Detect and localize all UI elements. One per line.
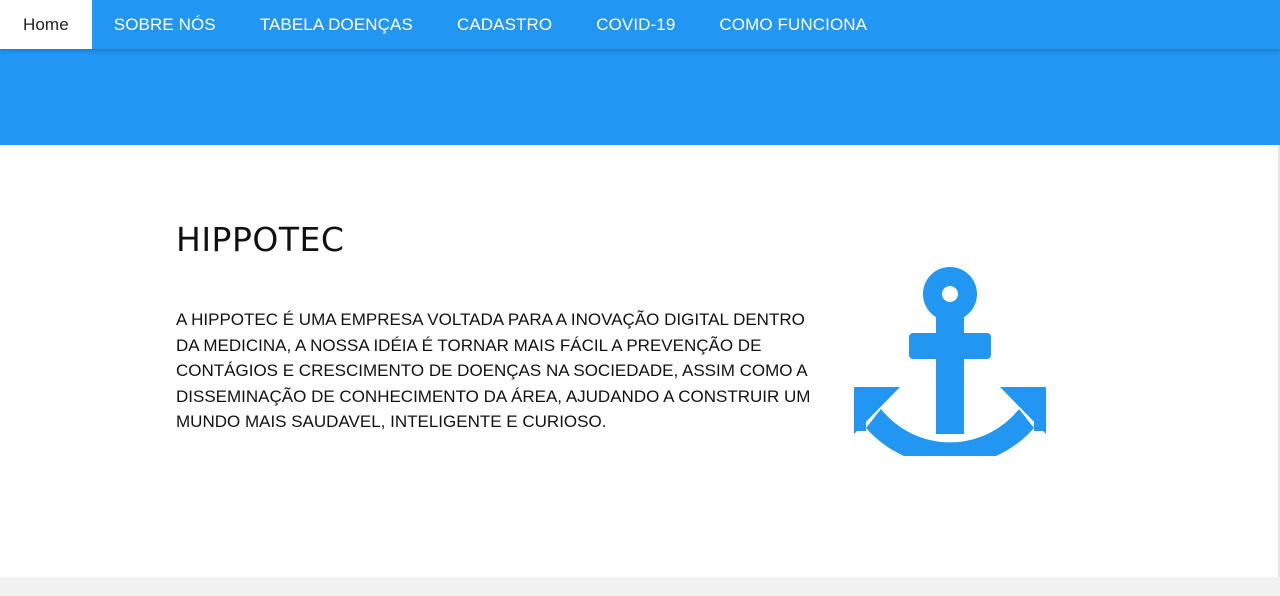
- nav-covid-19[interactable]: COVID-19: [574, 0, 697, 49]
- nav-sobre-nos[interactable]: SOBRE NÓS: [92, 0, 238, 49]
- hero-banner: [0, 49, 1280, 145]
- page: Home SOBRE NÓS TABELA DOENÇAS CADASTRO C…: [0, 0, 1280, 596]
- nav-home[interactable]: Home: [0, 0, 92, 49]
- footer-band: [0, 577, 1280, 596]
- nav-tabela-doencas[interactable]: TABELA DOENÇAS: [238, 0, 435, 49]
- top-navbar: Home SOBRE NÓS TABELA DOENÇAS CADASTRO C…: [0, 0, 1280, 49]
- page-title: HIPPOTEC: [176, 220, 345, 259]
- company-description: A HIPPOTEC É UMA EMPRESA VOLTADA PARA A …: [176, 310, 811, 431]
- nav-como-funciona[interactable]: COMO FUNCIONA: [697, 0, 889, 49]
- nav-cadastro[interactable]: CADASTRO: [435, 0, 574, 49]
- anchor-icon: [854, 267, 1046, 456]
